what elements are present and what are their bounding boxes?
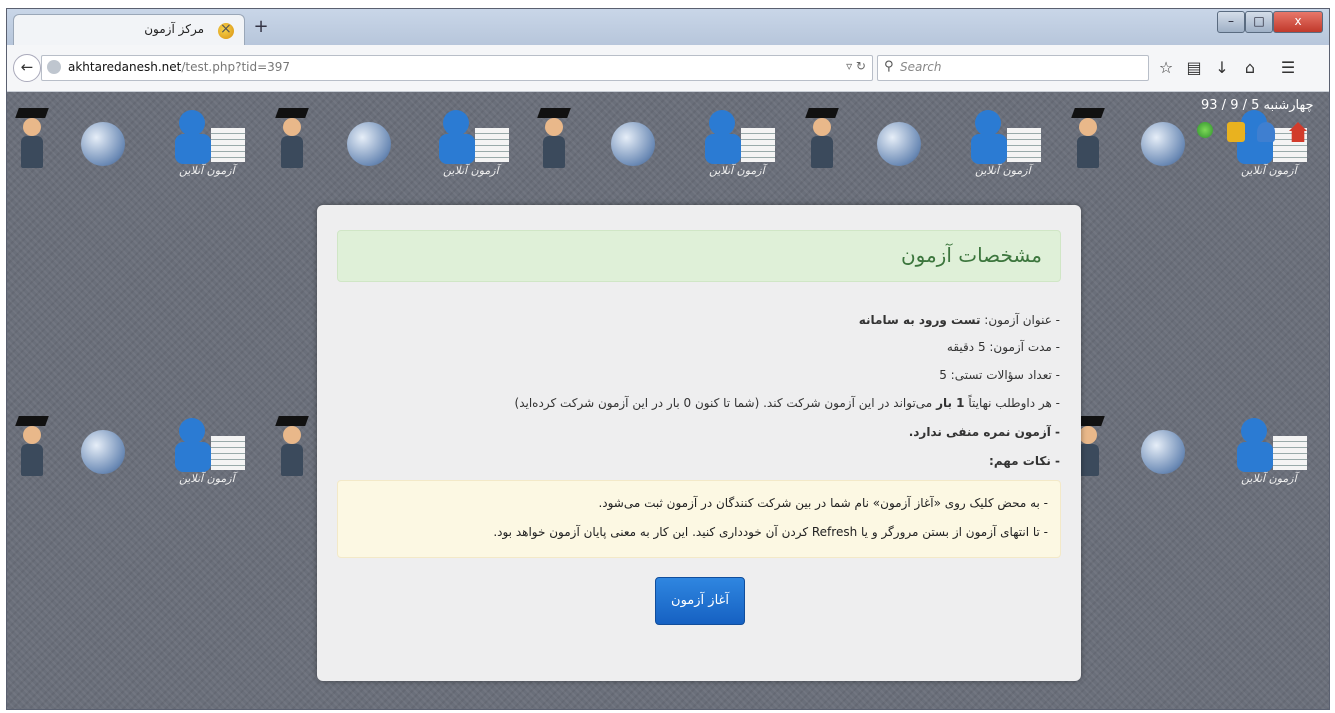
globe-icon	[611, 122, 655, 166]
negative-marking-note: - آزمون نمره منفی ندارد.	[908, 425, 1060, 439]
books-icon	[705, 110, 775, 166]
globe-icon	[1141, 122, 1185, 166]
page-content: آزمون آنلاین آزمون آنلاین آزمون آنلاین آ…	[7, 92, 1329, 709]
globe-icon	[81, 430, 125, 474]
minimize-button[interactable]: –	[1217, 11, 1245, 33]
panel-header: مشخصات آزمون	[337, 230, 1061, 282]
menu-icon[interactable]: ☰	[1277, 58, 1299, 77]
search-placeholder: Search	[900, 60, 942, 74]
books-icon	[175, 110, 245, 166]
lock-icon[interactable]	[1227, 122, 1245, 142]
attempts-info: - هر داوطلب نهایتاً 1 بار می‌تواند در ای…	[515, 396, 1060, 410]
panel-title: مشخصات آزمون	[900, 243, 1042, 267]
browser-tab[interactable]: مرکز آزمون ×	[13, 14, 245, 46]
url-host: akhtaredanesh.net	[68, 60, 182, 74]
url-path: /test.php?tid=397	[181, 60, 291, 74]
online-exam-label: آزمون آنلاین	[1241, 164, 1297, 177]
exam-duration: - مدت آزمون: 5 دقیقه	[946, 340, 1060, 354]
online-exam-label: آزمون آنلاین	[179, 472, 235, 485]
graduate-icon	[275, 416, 309, 476]
url-text[interactable]: akhtaredanesh.net/test.php?tid=397	[68, 60, 290, 74]
user-icon[interactable]	[1257, 122, 1275, 142]
start-exam-button[interactable]: آغاز آزمون	[655, 577, 745, 625]
exam-title-line: - عنوان آزمون: تست ورود به سامانه	[859, 313, 1060, 327]
refresh-icon[interactable]	[1197, 122, 1213, 138]
search-icon: ⚲	[884, 59, 894, 74]
tab-close-icon[interactable]: ×	[220, 21, 232, 37]
globe-icon	[877, 122, 921, 166]
bookmark-star-icon[interactable]: ☆	[1155, 58, 1177, 77]
search-bar[interactable]: ⚲ Search	[877, 55, 1149, 81]
graduate-icon	[805, 108, 839, 168]
graduate-icon	[1071, 108, 1105, 168]
download-icon[interactable]: ↓	[1211, 58, 1233, 77]
reading-list-icon[interactable]: ▤	[1183, 58, 1205, 77]
graduate-icon	[15, 108, 49, 168]
back-button[interactable]: ←	[13, 54, 41, 82]
reload-icon[interactable]: ▿ ↻	[846, 59, 866, 73]
exam-title-label: - عنوان آزمون:	[980, 313, 1060, 327]
title-bar: مرکز آزمون × + – □ x	[7, 9, 1329, 46]
graduate-icon	[15, 416, 49, 476]
attempts-prefix: - هر داوطلب نهایتاً	[964, 396, 1060, 410]
exam-title-value: تست ورود به سامانه	[858, 313, 981, 327]
back-arrow-icon: ←	[20, 58, 34, 76]
online-exam-label: آزمون آنلاین	[1241, 472, 1297, 485]
new-tab-button[interactable]: +	[251, 17, 271, 37]
books-icon	[175, 418, 245, 474]
important-notes-box: - به محض کلیک روی «آغاز آزمون» نام شما د…	[337, 480, 1061, 558]
online-exam-label: آزمون آنلاین	[709, 164, 765, 177]
tab-title: مرکز آزمون	[144, 22, 204, 36]
maximize-button[interactable]: □	[1245, 11, 1273, 33]
note-refresh: - تا انتهای آزمون از بستن مرورگر و یا Re…	[493, 525, 1048, 539]
globe-icon	[1141, 430, 1185, 474]
header-banner: آزمون آنلاین آزمون آنلاین آزمون آنلاین آ…	[7, 102, 1329, 212]
navigation-bar: ← akhtaredanesh.net/test.php?tid=397 ▿ ↻…	[7, 45, 1329, 92]
books-icon	[439, 110, 509, 166]
date-display: چهارشنبه 5 / 9 / 93	[1201, 98, 1314, 113]
address-bar[interactable]: akhtaredanesh.net/test.php?tid=397 ▿ ↻	[41, 55, 873, 81]
globe-icon	[81, 122, 125, 166]
exam-details-panel: مشخصات آزمون - عنوان آزمون: تست ورود به …	[317, 205, 1081, 681]
online-exam-label: آزمون آنلاین	[975, 164, 1031, 177]
note-registration: - به محض کلیک روی «آغاز آزمون» نام شما د…	[598, 496, 1048, 510]
graduate-icon	[537, 108, 571, 168]
home-icon[interactable]: ⌂	[1239, 58, 1261, 77]
globe-icon	[47, 60, 61, 74]
graduate-icon	[275, 108, 309, 168]
attempts-suffix: می‌تواند در این آزمون شرکت کند. (شما تا …	[514, 396, 937, 410]
books-icon	[971, 110, 1041, 166]
question-count: - تعداد سؤالات تستی: 5	[939, 368, 1060, 382]
attempts-count: 1 بار	[936, 396, 965, 410]
online-exam-label: آزمون آنلاین	[443, 164, 499, 177]
books-icon	[1237, 418, 1307, 474]
globe-icon	[347, 122, 391, 166]
browser-window: مرکز آزمون × + – □ x ← akhtaredanesh.net…	[6, 8, 1330, 710]
close-window-button[interactable]: x	[1273, 11, 1323, 33]
online-exam-label: آزمون آنلاین	[179, 164, 235, 177]
notes-heading: - نکات مهم:	[989, 454, 1060, 468]
